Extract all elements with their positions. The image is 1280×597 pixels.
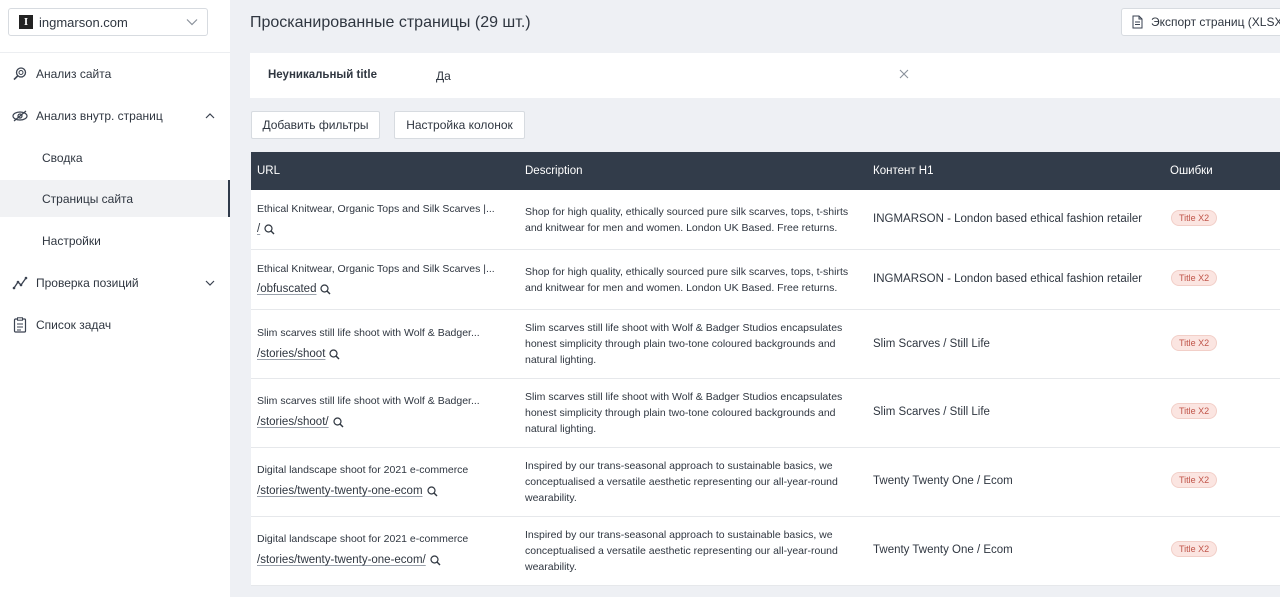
page-title-cell: Digital landscape shoot for 2021 e-comme… <box>257 464 469 476</box>
sidebar-item-label: Проверка позиций <box>36 276 139 290</box>
description-cell: Slim scarves still life shoot with Wolf … <box>525 391 843 435</box>
h1-cell: Twenty Twenty One / Ecom <box>873 475 1013 487</box>
sidebar-item-label: Страницы сайта <box>42 191 134 206</box>
export-label: Экспорт страниц (XLSX) <box>1151 15 1280 29</box>
h1-cell: Slim Scarves / Still Life <box>873 406 990 418</box>
search-icon[interactable] <box>320 283 331 295</box>
page-url[interactable]: /stories/twenty-twenty-one-ecom/ <box>257 554 441 566</box>
sidebar-item-summary[interactable]: Сводка <box>0 138 230 178</box>
site-name: ingmarson.com <box>39 14 128 30</box>
chevron-down-icon <box>203 276 217 290</box>
url-link[interactable]: /stories/twenty-twenty-one-ecom <box>257 485 423 497</box>
site-selector[interactable]: I ingmarson.com <box>8 8 208 36</box>
table-row[interactable]: Digital landscape shoot for 2021 e-comme… <box>251 448 1280 517</box>
column-header-url[interactable]: URL <box>257 165 280 177</box>
table-row[interactable]: Slim scarves still life shoot with Wolf … <box>251 310 1280 379</box>
page-title-cell: Slim scarves still life shoot with Wolf … <box>257 327 480 339</box>
error-badge: Title X2 <box>1171 541 1218 557</box>
sidebar-item-label: Анализ сайта <box>36 67 112 81</box>
url-link[interactable]: /obfuscated <box>257 283 316 295</box>
url-link[interactable]: /stories/shoot <box>257 348 325 360</box>
sidebar-item-label: Анализ внутр. страниц <box>36 109 163 123</box>
chevron-down-icon <box>185 15 199 29</box>
sidebar-item-pages-analysis[interactable]: Анализ внутр. страниц <box>0 96 230 136</box>
site-logo: I <box>19 15 33 29</box>
page-title-cell: Ethical Knitwear, Organic Tops and Silk … <box>257 263 495 275</box>
column-header-h1[interactable]: Контент H1 <box>873 165 934 177</box>
table-row[interactable]: Slim scarves still life shoot with Wolf … <box>251 379 1280 448</box>
search-icon[interactable] <box>329 348 340 360</box>
sidebar-item-site-pages[interactable]: Страницы сайта <box>0 180 230 217</box>
filter-value: Да <box>436 69 451 83</box>
description-cell: Inspired by our trans-seasonal approach … <box>525 529 838 573</box>
sidebar-item-tasks[interactable]: Список задач <box>0 305 230 345</box>
sidebar-item-positions[interactable]: Проверка позиций <box>0 263 230 303</box>
description-cell: Shop for high quality, ethically sourced… <box>525 206 849 234</box>
pages-analysis-icon <box>12 108 28 124</box>
page-url[interactable]: /stories/twenty-twenty-one-ecom <box>257 485 438 497</box>
table-row[interactable]: Ethical Knitwear, Organic Tops and Silk … <box>251 250 1280 310</box>
table-header: URL Description Контент H1 Ошибки <box>251 152 1280 190</box>
page-title-cell: Slim scarves still life shoot with Wolf … <box>257 395 480 407</box>
url-link[interactable]: /stories/shoot/ <box>257 416 329 428</box>
column-header-description[interactable]: Description <box>525 165 583 177</box>
error-badge: Title X2 <box>1171 210 1218 226</box>
page-url[interactable]: /stories/shoot/ <box>257 416 344 428</box>
sidebar-item-label: Список задач <box>36 318 112 332</box>
page-title-cell: Digital landscape shoot for 2021 e-comme… <box>257 533 469 545</box>
site-analysis-icon <box>12 66 28 82</box>
sidebar-item-label: Сводка <box>42 151 83 165</box>
error-badge: Title X2 <box>1171 270 1218 286</box>
url-link[interactable]: / <box>257 223 260 235</box>
sidebar-item-settings[interactable]: Настройки <box>0 221 230 261</box>
filter-name: Неуникальный title <box>268 69 377 81</box>
h1-cell: INGMARSON - London based ethical fashion… <box>873 213 1143 225</box>
search-icon[interactable] <box>332 416 344 428</box>
positions-icon <box>12 275 28 291</box>
page-url[interactable]: / <box>257 223 275 235</box>
search-icon[interactable] <box>430 554 441 566</box>
sidebar-item-site-analysis[interactable]: Анализ сайта <box>0 54 230 94</box>
error-badge: Title X2 <box>1171 335 1218 351</box>
sidebar: I ingmarson.com Анализ сайта Анализ внут… <box>0 0 230 597</box>
table-row[interactable]: Digital landscape shoot for 2021 e-comme… <box>251 517 1280 586</box>
page-title: Просканированные страницы (29 шт.) <box>250 14 531 31</box>
chevron-up-icon <box>203 109 217 123</box>
h1-cell: Slim Scarves / Still Life <box>873 338 990 350</box>
column-settings-button[interactable]: Настройка колонок <box>394 111 525 139</box>
search-icon[interactable] <box>264 223 275 235</box>
pages-table: URL Description Контент H1 Ошибки Ethica… <box>251 152 1280 586</box>
document-icon <box>1132 15 1144 29</box>
h1-cell: Twenty Twenty One / Ecom <box>873 544 1013 556</box>
sidebar-item-label: Настройки <box>42 234 101 248</box>
add-filters-button[interactable]: Добавить фильтры <box>251 111 380 139</box>
description-cell: Inspired by our trans-seasonal approach … <box>525 460 838 504</box>
table-row[interactable]: Ethical Knitwear, Organic Tops and Silk … <box>251 190 1280 250</box>
tasks-icon <box>12 317 28 333</box>
search-icon[interactable] <box>426 485 438 497</box>
close-icon[interactable] <box>898 68 910 80</box>
url-link[interactable]: /stories/twenty-twenty-one-ecom/ <box>257 554 426 566</box>
active-filter: Неуникальный title Да <box>250 53 1280 98</box>
page-title-cell: Ethical Knitwear, Organic Tops and Silk … <box>257 203 495 215</box>
page-url[interactable]: /obfuscated <box>257 283 331 295</box>
column-header-errors[interactable]: Ошибки <box>1170 165 1213 177</box>
export-pages-button[interactable]: Экспорт страниц (XLSX) <box>1121 8 1280 36</box>
description-cell: Shop for high quality, ethically sourced… <box>525 266 849 294</box>
page-url[interactable]: /stories/shoot <box>257 348 340 360</box>
h1-cell: INGMARSON - London based ethical fashion… <box>873 273 1143 285</box>
sidebar-divider <box>0 52 230 53</box>
error-badge: Title X2 <box>1171 472 1218 488</box>
error-badge: Title X2 <box>1171 403 1218 419</box>
description-cell: Slim scarves still life shoot with Wolf … <box>525 322 843 366</box>
